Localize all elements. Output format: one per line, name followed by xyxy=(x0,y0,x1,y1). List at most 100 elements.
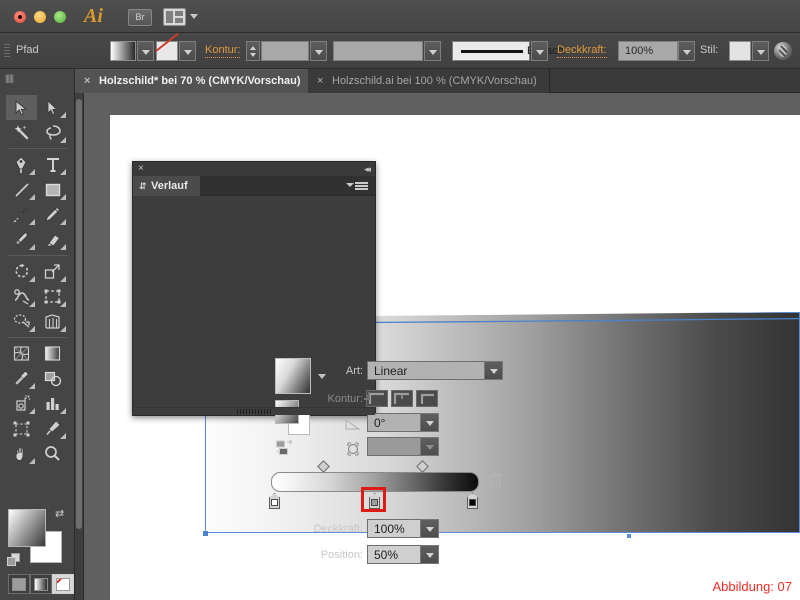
eyedropper-tool[interactable] xyxy=(6,366,37,391)
opacity-input[interactable]: 100% xyxy=(618,41,678,61)
paintbrush-tool[interactable] xyxy=(6,202,37,227)
artboard-tool[interactable] xyxy=(6,416,37,441)
rectangle-tool[interactable] xyxy=(37,177,68,202)
fill-swatch[interactable] xyxy=(110,41,136,61)
stroke-weight-input[interactable] xyxy=(261,41,309,61)
close-icon[interactable]: × xyxy=(84,69,90,93)
window-controls[interactable] xyxy=(14,11,66,23)
minimize-window-button[interactable] xyxy=(34,11,46,23)
selection-tool[interactable] xyxy=(6,95,37,120)
chevron-updown-icon[interactable]: ⇵ xyxy=(139,179,147,193)
mesh-tool[interactable] xyxy=(6,341,37,366)
anchor-point-bottom-left[interactable] xyxy=(203,531,208,536)
slice-tool[interactable] xyxy=(37,416,68,441)
pencil-tool[interactable] xyxy=(37,202,68,227)
rotate-tool[interactable] xyxy=(6,259,37,284)
perspective-grid-tool[interactable] xyxy=(37,309,68,334)
symbol-sprayer-tool[interactable] xyxy=(6,391,37,416)
gradient-fill-stroke-indicator[interactable] xyxy=(275,400,315,436)
free-transform-tool[interactable] xyxy=(37,284,68,309)
stroke-profile-input[interactable] xyxy=(333,41,423,61)
panel-resize-handle[interactable] xyxy=(361,391,371,401)
scale-tool[interactable] xyxy=(37,259,68,284)
gradient-aspect-ratio-input[interactable] xyxy=(367,437,439,456)
none-mode-button[interactable] xyxy=(52,574,74,594)
collapse-panel-icon[interactable]: ◂◂ xyxy=(364,164,371,175)
stroke-style-dropdown[interactable] xyxy=(531,41,548,61)
stroke-weight-label[interactable]: Kontur: xyxy=(205,44,241,58)
pen-tool[interactable] xyxy=(6,152,37,177)
canvas-vertical-scrollbar[interactable] xyxy=(75,93,84,600)
apply-gradient-along-stroke-button[interactable] xyxy=(391,390,413,407)
stop-start[interactable] xyxy=(269,493,280,509)
column-graph-tool[interactable] xyxy=(37,391,68,416)
stroke-weight-dropdown[interactable] xyxy=(310,41,327,61)
midpoint-1[interactable] xyxy=(317,460,330,473)
swap-fill-stroke-icon[interactable]: ⇄ xyxy=(55,507,64,520)
gradient-panel-titlebar[interactable]: × ◂◂ xyxy=(133,162,375,176)
stroke-weight-stepper[interactable] xyxy=(246,41,260,61)
gradient-angle-input[interactable]: 0° xyxy=(367,413,439,432)
color-mode-button[interactable] xyxy=(8,574,30,594)
default-fill-stroke-icon[interactable] xyxy=(7,553,21,567)
gradient-ramp[interactable] xyxy=(271,472,479,492)
close-icon[interactable]: × xyxy=(138,163,144,175)
gradient-mode-button[interactable] xyxy=(30,574,52,594)
midpoint-2[interactable] xyxy=(416,460,429,473)
gradient-slider[interactable] xyxy=(269,460,486,509)
gradient-preview-swatch[interactable] xyxy=(275,358,311,394)
trash-icon[interactable] xyxy=(488,472,502,489)
tab-holzschild-ai[interactable]: × Holzschild.ai bei 100 % (CMYK/Vorschau… xyxy=(308,69,550,93)
width-tool[interactable] xyxy=(6,284,37,309)
fill-stroke-indicator[interactable]: ⇄ xyxy=(7,507,68,567)
blob-brush-tool[interactable] xyxy=(6,227,37,252)
eraser-tool[interactable] xyxy=(37,227,68,252)
stop-middle[interactable] xyxy=(369,493,380,509)
arrange-documents-icon[interactable] xyxy=(163,8,186,26)
reverse-gradient-icon[interactable] xyxy=(276,439,296,456)
stroke-profile-dropdown[interactable] xyxy=(424,41,441,61)
tools-panel-grip[interactable]: |||||| xyxy=(5,73,14,83)
lasso-tool[interactable] xyxy=(37,120,68,145)
shape-builder-tool[interactable] xyxy=(6,309,37,334)
panel-drag-grip[interactable] xyxy=(237,409,271,414)
control-bar-grip[interactable] xyxy=(4,44,10,58)
gradient-opacity-input[interactable]: 100% xyxy=(367,519,439,538)
apply-gradient-across-stroke-button[interactable] xyxy=(416,390,438,407)
chevron-down-icon[interactable] xyxy=(484,361,503,380)
gradient-position-input[interactable]: 50% xyxy=(367,545,439,564)
line-segment-tool[interactable] xyxy=(6,177,37,202)
gradient-stroke-buttons[interactable] xyxy=(366,390,438,407)
panel-menu-icon[interactable] xyxy=(346,180,368,192)
style-swatch[interactable] xyxy=(729,41,751,61)
stroke-dropdown-button[interactable] xyxy=(179,41,196,61)
stroke-style-preview[interactable]: Einfach xyxy=(452,41,564,61)
type-tool[interactable] xyxy=(37,152,68,177)
tab-verlauf[interactable]: ⇵ Verlauf xyxy=(133,176,200,196)
zoom-window-button[interactable] xyxy=(54,11,66,23)
opacity-dropdown[interactable] xyxy=(678,41,695,61)
style-dropdown[interactable] xyxy=(752,41,769,61)
tab-holzschild-active[interactable]: × Holzschild* bei 70 % (CMYK/Vorschau) xyxy=(75,69,314,93)
chevron-down-icon[interactable] xyxy=(190,14,198,19)
fill-dropdown-button[interactable] xyxy=(137,41,154,61)
close-icon[interactable]: × xyxy=(317,69,323,93)
stop-end[interactable] xyxy=(467,493,478,509)
opacity-label[interactable]: Deckkraft: xyxy=(557,44,607,58)
document-setup-icon[interactable] xyxy=(774,42,792,60)
chevron-down-icon[interactable] xyxy=(420,545,439,564)
blend-tool[interactable] xyxy=(37,366,68,391)
chevron-down-icon[interactable] xyxy=(420,437,439,456)
zoom-tool[interactable] xyxy=(37,441,68,466)
chevron-down-icon[interactable] xyxy=(420,519,439,538)
bridge-button[interactable]: Br xyxy=(128,9,152,26)
magic-wand-tool[interactable] xyxy=(6,120,37,145)
paint-mode-buttons[interactable] xyxy=(8,574,74,594)
stroke-swatch[interactable] xyxy=(156,41,178,61)
gradient-panel[interactable]: × ◂◂ ⇵ Verlauf Art: Linear Kontur: 0° De… xyxy=(132,161,503,564)
hand-tool[interactable] xyxy=(6,441,37,466)
direct-selection-tool[interactable] xyxy=(37,95,68,120)
fill-color-swatch[interactable] xyxy=(8,509,46,547)
gradient-type-select[interactable]: Linear xyxy=(367,361,503,380)
gradient-tool[interactable] xyxy=(37,341,68,366)
